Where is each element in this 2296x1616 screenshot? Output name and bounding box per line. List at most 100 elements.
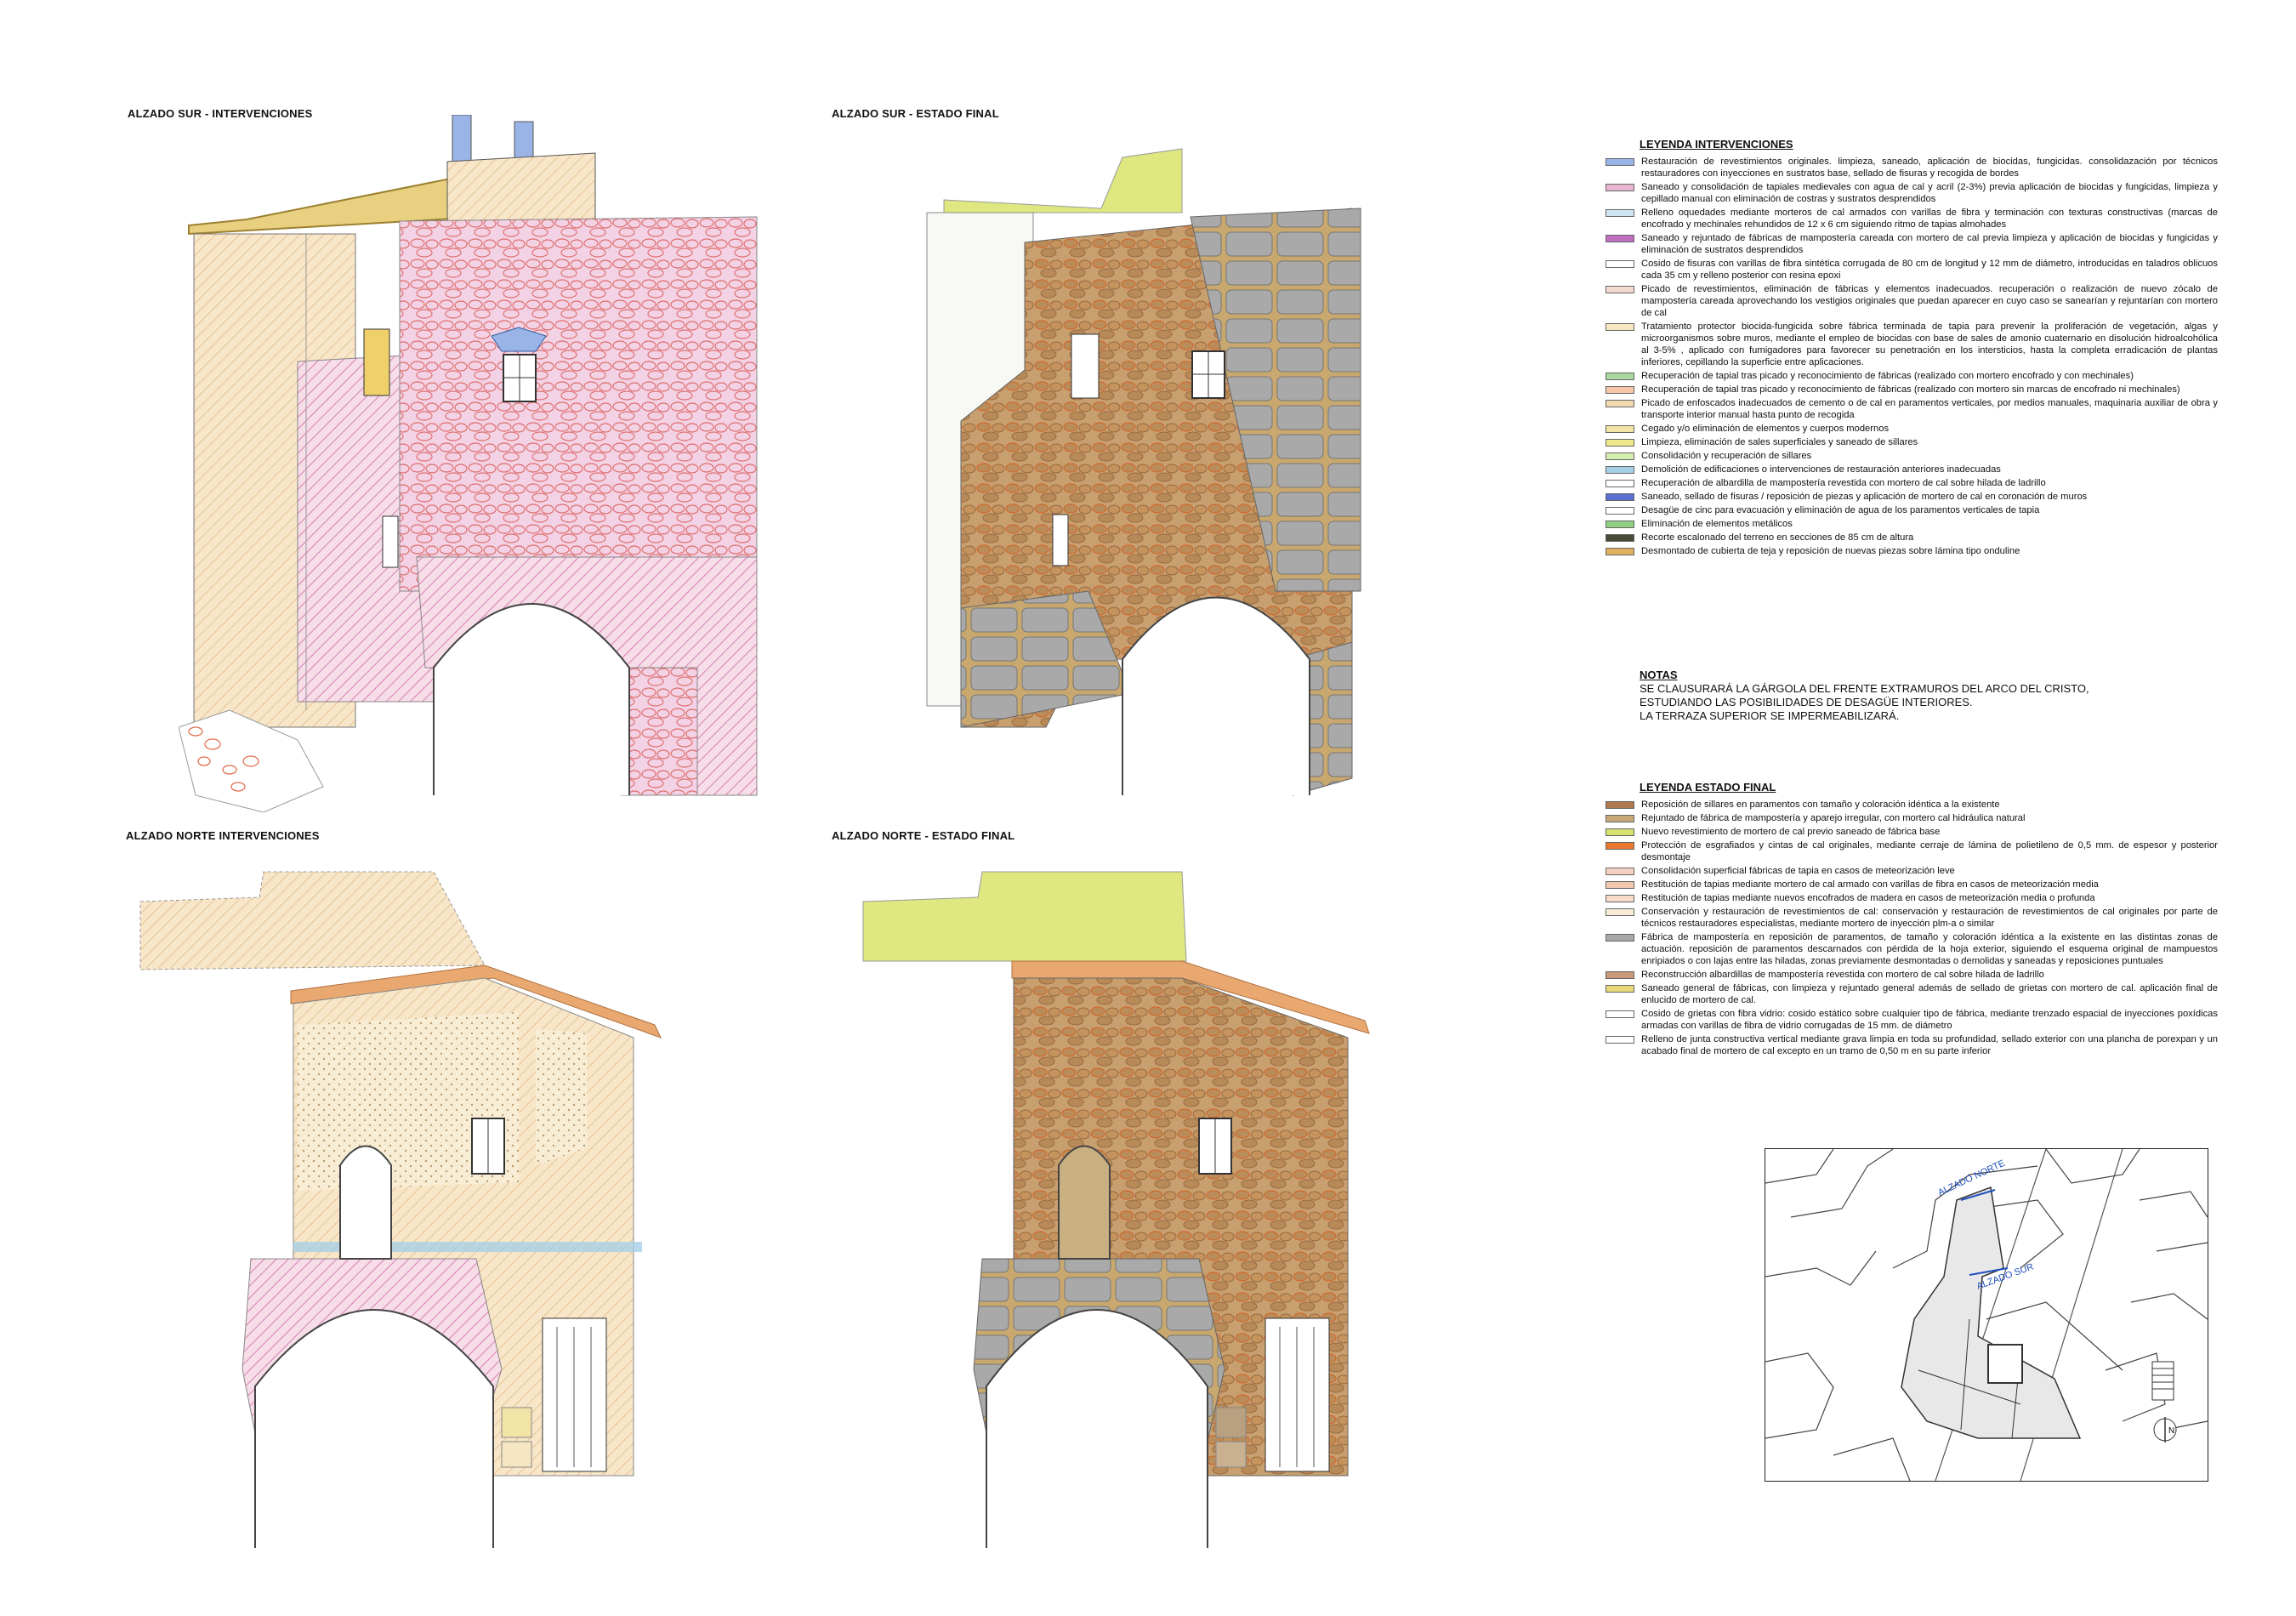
legend-item-text: Reconstrucción albardillas de mamposterí… [1641,970,2044,980]
legend-item: Reposición de sillares en paramentos con… [1605,799,2218,811]
legend-item: Recorte escalonado del terreno en seccio… [1605,532,2218,543]
legend-interventions-title: LEYENDA INTERVENCIONES [1640,138,1793,151]
legend-swatch [1605,934,1634,942]
title-north-interventions: ALZADO NORTE INTERVENCIONES [126,829,320,842]
legend-swatch [1605,908,1634,916]
legend-item-text: Picado de revestimientos, eliminación de… [1641,284,2218,318]
legend-item: Recuperación de tapial tras picado y rec… [1605,384,2218,395]
legend-item: Protección de esgrafiados y cintas de ca… [1605,839,2218,863]
legend-item-text: Cosido de fisuras con varillas de fibra … [1641,259,2218,281]
legend-swatch [1605,895,1634,902]
legend-item: Eliminación de elementos metálicos [1605,518,2218,530]
legend-swatch [1605,881,1634,889]
legend-swatch [1605,815,1634,822]
legend-item-text: Protección de esgrafiados y cintas de ca… [1641,840,2218,862]
legend-item: Recuperación de tapial tras picado y rec… [1605,370,2218,382]
legend-item-text: Relleno oquedades mediante morteros de c… [1641,208,2218,230]
legend-item-text: Restitución de tapias mediante mortero d… [1641,879,2099,890]
legend-interventions: LEYENDA INTERVENCIONES Restauración de r… [1605,138,2218,559]
legend-swatch [1605,373,1634,380]
legend-item-text: Saneado general de fábricas, con limpiez… [1641,983,2218,1005]
legend-item-text: Consolidación superficial fábricas de ta… [1641,866,1955,876]
legend-swatch [1605,493,1634,501]
legend-item: Desmontado de cubierta de teja y reposic… [1605,545,2218,557]
legend-item-text: Fábrica de mampostería en reposición de … [1641,932,2218,966]
legend-swatch [1605,521,1634,528]
stairs-icon [2151,1361,2174,1401]
legend-swatch [1605,260,1634,268]
legend-swatch [1605,158,1634,166]
legend-item-text: Eliminación de elementos metálicos [1641,519,1793,529]
legend-swatch [1605,507,1634,515]
legend-swatch [1605,480,1634,487]
notes: NOTAS SE CLAUSURARÁ LA GÁRGOLA DEL FRENT… [1640,669,2089,723]
legend-item-text: Restitución de tapias mediante nuevos en… [1641,893,2095,903]
legend-item: Recuperación de albardilla de mamposterí… [1605,477,2218,489]
legend-item: Relleno oquedades mediante morteros de c… [1605,207,2218,230]
legend-item: Picado de revestimientos, eliminación de… [1605,283,2218,319]
legend-swatch [1605,209,1634,217]
legend-swatch [1605,842,1634,850]
legend-item: Cegado y/o eliminación de elementos y cu… [1605,423,2218,435]
legend-swatch [1605,235,1634,242]
legend-item: Conservación y restauración de revestimi… [1605,906,2218,930]
legend-swatch [1605,971,1634,979]
legend-swatch [1605,439,1634,447]
legend-item-text: Recuperación de albardilla de mamposterí… [1641,478,2046,488]
notes-title: NOTAS [1640,669,1678,681]
legend-swatch [1605,1036,1634,1044]
legend-item-text: Picado de enfoscados inadecuados de ceme… [1641,398,2218,420]
legend-item: Restitución de tapias mediante nuevos en… [1605,892,2218,904]
legend-item: Desagüe de cinc para evacuación y elimin… [1605,504,2218,516]
legend-item-text: Limpieza, eliminación de sales superfici… [1641,437,1918,447]
legend-item-text: Relleno de junta constructiva vertical m… [1641,1034,2218,1056]
legend-item-text: Recorte escalonado del terreno en seccio… [1641,532,1914,543]
legend-swatch [1605,400,1634,407]
legend-item: Consolidación superficial fábricas de ta… [1605,865,2218,877]
legend-item-text: Desagüe de cinc para evacuación y elimin… [1641,505,2040,515]
legend-item-text: Saneado y consolidación de tapiales medi… [1641,182,2218,204]
notes-line: SE CLAUSURARÁ LA GÁRGOLA DEL FRENTE EXTR… [1640,682,2089,695]
south-interventions-elevation [179,115,758,812]
legend-swatch [1605,534,1634,542]
legend-item-text: Desmontado de cubierta de teja y reposic… [1641,546,2020,556]
legend-item-text: Tratamiento protector biocida-fungicida … [1641,321,2218,367]
legend-final-title: LEYENDA ESTADO FINAL [1640,781,1776,794]
legend-item-text: Reposición de sillares en paramentos con… [1641,799,2000,810]
legend-item: Tratamiento protector biocida-fungicida … [1605,321,2218,368]
legend-item-text: Nuevo revestimiento de mortero de cal pr… [1641,827,1941,837]
legend-item: Cosido de grietas con fibra vidrio: cosi… [1605,1008,2218,1032]
legend-item: Consolidación y recuperación de sillares [1605,450,2218,462]
legend-item-text: Restauración de revestimientos originale… [1641,156,2218,179]
legend-final: LEYENDA ESTADO FINAL Reposición de silla… [1605,781,2218,1059]
legend-item: Reconstrucción albardillas de mamposterí… [1605,969,2218,981]
notes-line: LA TERRAZA SUPERIOR SE IMPERMEABILIZARÁ. [1640,709,1900,722]
legend-swatch [1605,1010,1634,1018]
legend-swatch [1605,323,1634,331]
legend-swatch [1605,425,1634,433]
legend-item-text: Consolidación y recuperación de sillares [1641,451,1812,461]
legend-item-text: Cosido de grietas con fibra vidrio: cosi… [1641,1009,2218,1031]
site-plan: ALZADO NORTE ALZADO SUR N [1765,1149,2208,1481]
legend-swatch [1605,828,1634,836]
legend-item: Relleno de junta constructiva vertical m… [1605,1033,2218,1057]
legend-swatch [1605,868,1634,875]
legend-swatch [1605,386,1634,394]
legend-swatch [1605,801,1634,809]
compass-icon: N [2153,1417,2177,1442]
legend-item-text: Saneado y rejuntado de fábricas de mampo… [1641,233,2218,255]
north-interventions-elevation [139,871,662,1548]
title-north-final: ALZADO NORTE - ESTADO FINAL [832,829,1015,842]
legend-item: Restauración de revestimientos originale… [1605,156,2218,179]
legend-swatch [1605,452,1634,460]
legend-item: Picado de enfoscados inadecuados de ceme… [1605,397,2218,421]
legend-item: Fábrica de mampostería en reposición de … [1605,931,2218,967]
legend-item: Cosido de fisuras con varillas de fibra … [1605,258,2218,282]
legend-item: Restitución de tapias mediante mortero d… [1605,879,2218,891]
notes-line: ESTUDIANDO LAS POSIBILIDADES DE DESAGÜE … [1640,696,1973,708]
legend-item-text: Rejuntado de fábrica de mampostería y ap… [1641,813,2026,823]
legend-swatch [1605,184,1634,191]
legend-item-text: Demolición de edificaciones o intervenci… [1641,464,2001,475]
legend-item-text: Recuperación de tapial tras picado y rec… [1641,371,2134,381]
legend-item: Saneado y rejuntado de fábricas de mampo… [1605,232,2218,256]
